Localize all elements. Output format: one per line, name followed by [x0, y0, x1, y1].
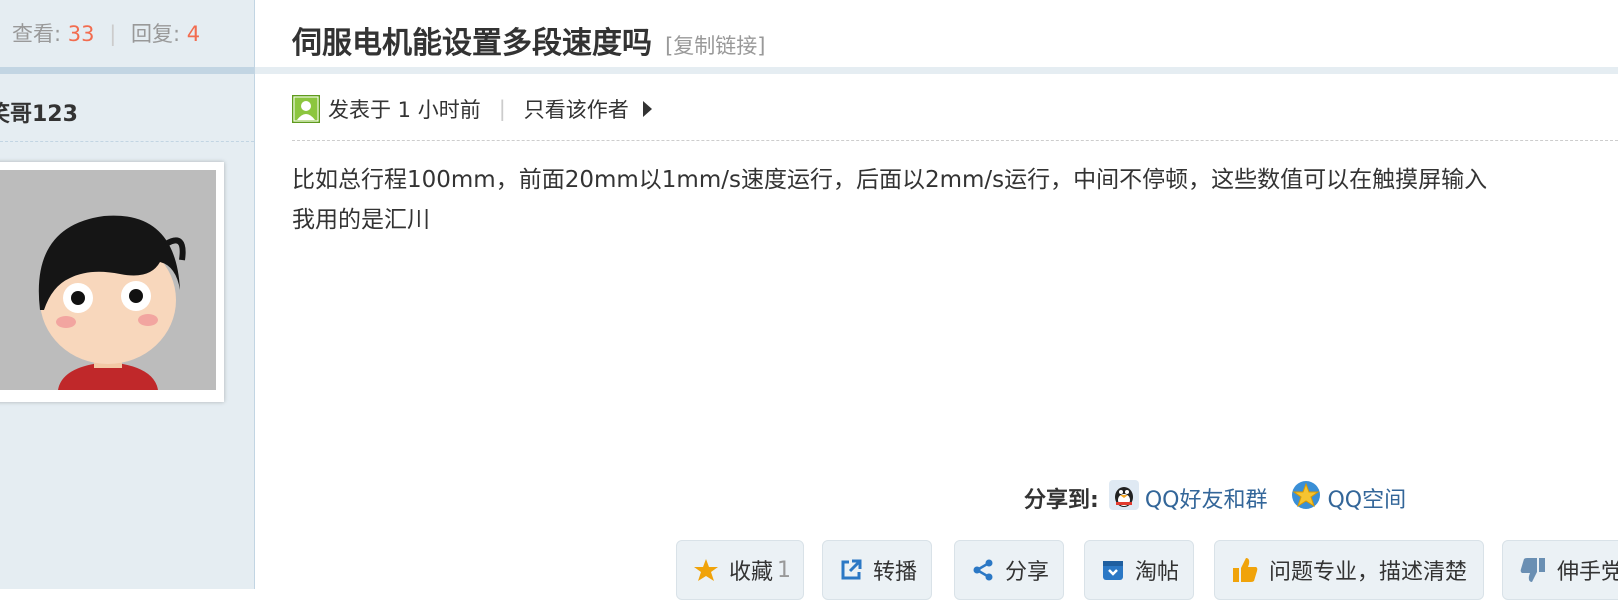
views-count: 33 [67, 22, 95, 46]
meta-separator: | [498, 97, 506, 121]
avatar[interactable] [0, 162, 224, 402]
support-button[interactable]: 问题专业，描述清楚 [1214, 540, 1484, 600]
star-icon [693, 557, 719, 583]
external-link-icon [839, 558, 863, 582]
share-row: 分享到: QQ好友和群 QQ空间 [1024, 480, 1430, 516]
qq-penguin-icon [1108, 480, 1139, 516]
share-label-btn: 分享 [1005, 560, 1050, 585]
oppose-button[interactable]: 伸手党 [1502, 540, 1618, 600]
share-button[interactable]: 分享 [954, 540, 1064, 600]
author-username[interactable]: 笑哥123 [0, 96, 78, 128]
repost-button[interactable]: 转播 [822, 540, 932, 600]
qq-friends-label: QQ好友和群 [1144, 488, 1268, 513]
qq-zone-star-icon [1291, 480, 1321, 516]
arrow-right-icon[interactable] [642, 101, 652, 117]
thumbs-up-icon [1231, 556, 1259, 584]
share-qq-friends-link[interactable]: QQ好友和群 [1108, 480, 1268, 516]
stats-separator: | [109, 22, 117, 46]
share-label: 分享到: [1024, 488, 1099, 513]
post-time: 发表于 1 小时前 [328, 98, 481, 122]
copy-link-button[interactable]: [复制链接] [665, 34, 765, 58]
share-qq-zone-link[interactable]: QQ空间 [1291, 480, 1406, 516]
avatar-cartoon-icon [0, 170, 216, 390]
support-label: 问题专业，描述清楚 [1269, 560, 1468, 585]
thread-title-row: 伺服电机能设置多段速度吗 [复制链接] [292, 18, 765, 62]
post-body: 比如总行程100mm，前面20mm以1mm/s速度运行，后面以2mm/s运行，中… [292, 160, 1618, 240]
thread-stats: 查看: 33 | 回复: 4 [12, 18, 200, 48]
post-meta: 发表于 1 小时前 | 只看该作者 [292, 94, 652, 124]
thumbs-down-icon [1519, 556, 1547, 584]
post-body-line: 我用的是汇川 [292, 207, 430, 233]
oppose-label: 伸手党 [1557, 560, 1618, 585]
replies-count: 4 [186, 22, 201, 46]
favorite-count: 1 [777, 557, 792, 583]
replies-label: 回复: [130, 22, 181, 46]
share-icon [971, 558, 995, 582]
repost-label: 转播 [873, 560, 918, 585]
favorite-button[interactable]: 收藏 1 [676, 540, 804, 600]
taotie-button[interactable]: 淘帖 [1084, 540, 1194, 600]
meta-dashed-divider [292, 140, 1618, 141]
main-divider-bar [255, 67, 1618, 74]
post-body-line: 比如总行程100mm，前面20mm以1mm/s速度运行，后面以2mm/s运行，中… [292, 167, 1488, 193]
qq-zone-label: QQ空间 [1327, 488, 1407, 513]
taotie-label: 淘帖 [1135, 560, 1180, 585]
views-label: 查看: [12, 22, 62, 46]
user-online-icon [292, 95, 320, 123]
sidebar-divider-bar [0, 67, 254, 74]
favorite-label: 收藏 [729, 560, 774, 585]
only-author-link[interactable]: 只看该作者 [524, 94, 629, 124]
author-sidebar: 查看: 33 | 回复: 4 笑哥123 [0, 0, 255, 589]
sidebar-dashed-divider [0, 141, 254, 142]
page-title: 伺服电机能设置多段速度吗 [292, 26, 652, 61]
archive-box-icon [1101, 558, 1125, 582]
